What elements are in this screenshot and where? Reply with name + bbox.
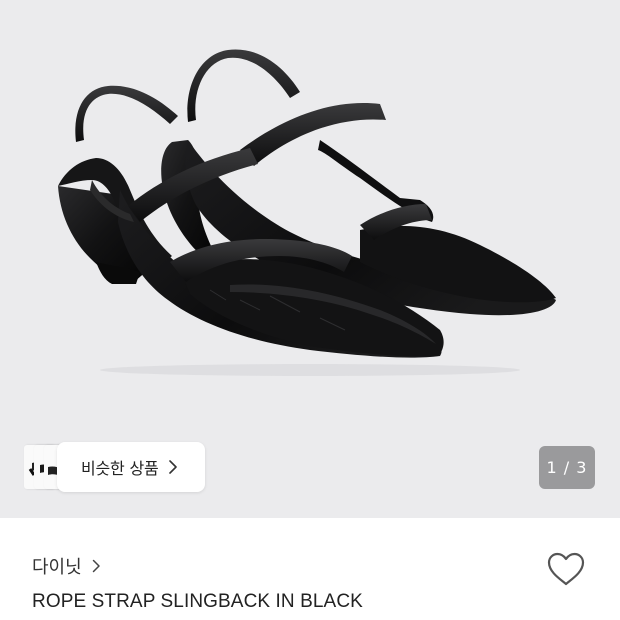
product-photo [58, 49, 557, 376]
image-page-indicator: 1 / 3 [539, 446, 595, 489]
similar-products-label: 비슷한 상품 [81, 459, 159, 478]
similar-products-button[interactable]: 비슷한 상품 [57, 442, 205, 492]
similar-products-chip[interactable]: 비슷한 상품 [24, 442, 205, 492]
product-detail-page: 비슷한 상품 1 / 3 다이닛 ROPE STRAP SLINGBACK IN… [0, 0, 620, 620]
brand-name: 다이닛 [32, 557, 82, 578]
product-title: ROPE STRAP SLINGBACK IN BLACK [32, 591, 363, 612]
product-image-gallery[interactable]: 비슷한 상품 1 / 3 [0, 0, 620, 518]
chevron-right-icon [168, 460, 177, 474]
heart-outline-icon[interactable] [546, 551, 586, 587]
brand-link[interactable]: 다이닛 [32, 553, 101, 579]
product-info: 다이닛 ROPE STRAP SLINGBACK IN BLACK [0, 518, 620, 620]
chevron-right-icon [92, 559, 100, 573]
